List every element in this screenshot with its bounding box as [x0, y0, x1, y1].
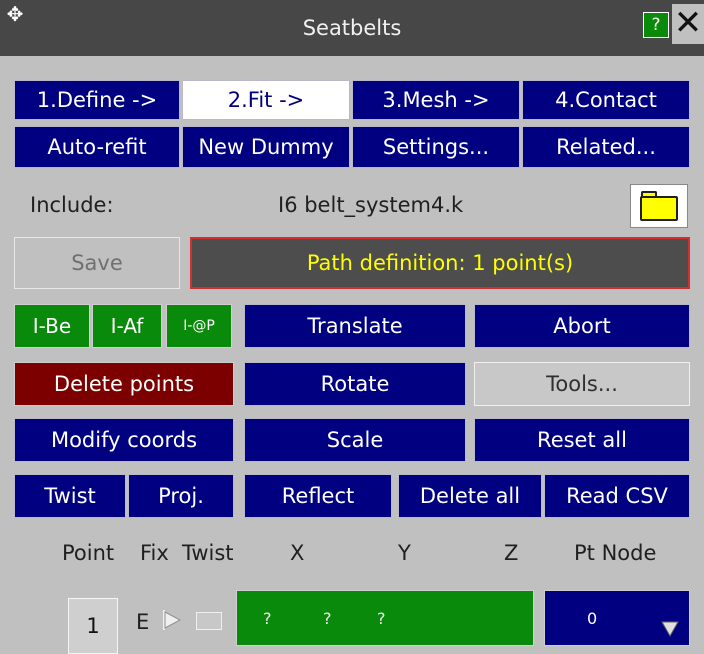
delete-all-button[interactable]: Delete all — [398, 474, 542, 518]
tab-define[interactable]: 1.Define -> — [14, 80, 180, 120]
close-button[interactable]: ✕ — [672, 4, 704, 44]
path-status: Path definition: 1 point(s) — [190, 237, 690, 289]
reset-all-button[interactable]: Reset all — [474, 418, 690, 462]
xyz-coords-field[interactable]: ? ? ? — [236, 590, 534, 646]
pt-node-value: 0 — [587, 609, 598, 628]
help-button[interactable]: ? — [643, 12, 669, 38]
related-button[interactable]: Related... — [522, 126, 690, 168]
settings-button[interactable]: Settings... — [352, 126, 520, 168]
include-file: I6 belt_system4.k — [278, 193, 464, 217]
fix-label: E — [136, 610, 150, 634]
proj-button[interactable]: Proj. — [128, 474, 234, 518]
twist-button[interactable]: Twist — [14, 474, 126, 518]
read-csv-button[interactable]: Read CSV — [544, 474, 690, 518]
window-title: Seatbelts — [302, 16, 402, 40]
insert-at-point-button[interactable]: I-@P — [166, 304, 232, 348]
translate-button[interactable]: Translate — [244, 304, 466, 348]
save-button[interactable]: Save — [14, 237, 180, 289]
tab-contact[interactable]: 4.Contact — [522, 80, 690, 120]
header-y: Y — [398, 541, 411, 565]
header-twist: Twist — [182, 541, 234, 565]
folder-icon — [640, 196, 678, 221]
auto-refit-button[interactable]: Auto-refit — [14, 126, 180, 168]
reflect-button[interactable]: Reflect — [244, 474, 392, 518]
new-dummy-button[interactable]: New Dummy — [182, 126, 350, 168]
pt-node-dropdown[interactable]: 0 — [544, 590, 690, 646]
rotate-button[interactable]: Rotate — [244, 362, 466, 406]
delete-points-button[interactable]: Delete points — [14, 362, 234, 406]
tab-fit[interactable]: 2.Fit -> — [182, 80, 350, 120]
header-fix: Fix — [140, 541, 169, 565]
pin-icon[interactable]: ✥ — [3, 3, 27, 27]
abort-button[interactable]: Abort — [474, 304, 690, 348]
y-value: ? — [323, 609, 332, 628]
twist-checkbox[interactable] — [196, 612, 222, 630]
chevron-down-icon — [661, 621, 679, 637]
header-pt-node: Pt Node — [574, 541, 657, 565]
x-value: ? — [263, 609, 272, 628]
insert-after-button[interactable]: I-Af — [92, 304, 162, 348]
point-number-button[interactable]: 1 — [68, 598, 118, 654]
include-label: Include: — [30, 193, 114, 217]
tools-button[interactable]: Tools... — [474, 362, 690, 406]
modify-coords-button[interactable]: Modify coords — [14, 418, 234, 462]
tab-mesh[interactable]: 3.Mesh -> — [352, 80, 520, 120]
twist-arrow-icon[interactable] — [162, 608, 182, 632]
header-z: Z — [504, 541, 519, 565]
header-x: X — [290, 541, 305, 565]
z-value: ? — [377, 609, 386, 628]
insert-before-button[interactable]: I-Be — [14, 304, 90, 348]
scale-button[interactable]: Scale — [244, 418, 466, 462]
header-point: Point — [62, 541, 115, 565]
